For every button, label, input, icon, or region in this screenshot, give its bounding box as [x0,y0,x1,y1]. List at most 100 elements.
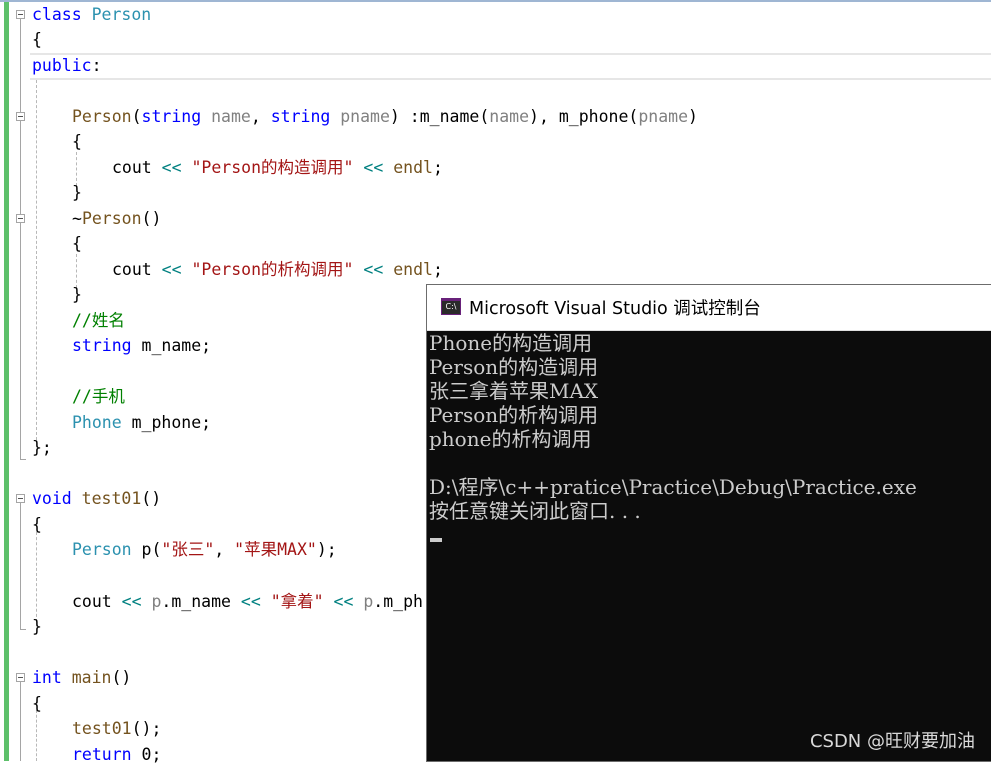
code-line-7: cout << "Person的构造调用" << endl; [112,155,443,180]
return-value: 0; [131,745,162,764]
keyword: public [32,56,92,75]
fold-line-class [20,19,21,460]
colon: : [91,56,102,75]
paren: ( [479,107,490,126]
fold-end-class [20,459,26,460]
indent-guide [36,710,37,761]
code-line-3: public: [32,53,102,78]
keyword: class [32,5,82,24]
comment-phone: //手机 [72,387,125,406]
fold-line-main [20,682,21,761]
member: m_name [171,592,241,611]
var-decl: p( [131,540,162,559]
ctor-name: Person [72,107,132,126]
paren: ( [131,107,142,126]
paren: ) [389,107,400,126]
comma: , [250,107,271,126]
paren: ( [628,107,639,126]
endl: endl [383,158,433,177]
console-line: 按任意键关闭此窗口. . . [429,499,641,523]
console-cursor [430,538,442,542]
member: m_ph [383,592,423,611]
dtor-name: Person [81,209,142,228]
collapse-test01-icon[interactable] [16,494,25,503]
collapse-ctor-icon[interactable] [16,112,25,121]
cout: cout [112,260,162,279]
code-line-6: { [72,132,82,151]
collapse-main-icon[interactable] [16,673,25,682]
code-line-11: cout << "Person的析构调用" << endl; [112,257,443,282]
code-line-17: Phone m_phone; [72,410,211,435]
debug-console-window[interactable]: C:\ Microsoft Visual Studio 调试控制台 Phone的… [427,285,991,761]
function-name: main [61,668,112,687]
function-name: test01 [71,489,142,508]
tilde: ~ [72,209,82,228]
cout: cout [112,158,162,177]
fold-end-test01 [20,629,26,630]
code-line-21: { [32,515,42,534]
console-app-icon: C:\ [441,298,461,315]
code-line-9: ~Person() [72,206,161,231]
code-line-24: cout << p.m_name << "拿着" << p.m_ph [72,589,423,614]
console-line: Person的析构调用 [429,403,599,427]
console-output[interactable]: Phone的构造调用 Person的构造调用 张三拿着苹果MAX Person的… [429,331,989,759]
paren: ) [688,107,698,126]
code-line-30: return 0; [72,742,161,767]
endl: endl [383,260,433,279]
string-literal: "Person的构造调用" [181,158,364,177]
fold-line-test01 [20,503,21,630]
operator: << [121,592,142,611]
operator: << [240,592,261,611]
dot: . [373,592,384,611]
code-line-1: class Person [32,2,151,27]
class-name: Phone [72,413,122,432]
string-literal: "苹果MAX" [234,540,317,559]
operator: << [363,260,384,279]
member-decl: m_name; [131,336,212,355]
init-list: :m_name [399,107,480,126]
code-line-25: } [32,617,42,636]
code-line-27: int main() [32,665,131,690]
comment-name: //姓名 [72,311,125,330]
code-line-22: Person p("张三", "苹果MAX"); [72,537,337,562]
parens: () [141,209,162,228]
paren-end: ); [316,540,337,559]
console-line: phone的析构调用 [429,427,592,451]
member: m_phone [558,107,629,126]
arg: pname [638,107,688,126]
indent-guide [36,532,37,622]
current-line-highlight [30,53,991,80]
variable: p [353,592,374,611]
keyword: return [72,745,132,764]
code-line-18: }; [32,438,52,457]
code-line-29: test01(); [72,716,161,741]
csdn-watermark: CSDN @旺财要加油 [809,731,975,752]
dot: . [161,592,172,611]
operator: << [161,158,182,177]
console-line: Phone的构造调用 [429,331,593,355]
code-line-12: } [72,285,82,304]
param: pname [330,107,390,126]
cout: cout [72,592,122,611]
collapse-dtor-icon[interactable] [16,214,25,223]
call-args: (); [131,719,162,738]
arg: name [489,107,530,126]
string-literal: "张三" [161,540,215,559]
string-literal: "Person的析构调用" [181,260,364,279]
code-line-14: string m_name; [72,333,211,358]
semicolon: ; [432,260,443,279]
indent-guide [36,80,37,440]
collapse-class-icon[interactable] [16,10,25,19]
variable: p [141,592,162,611]
code-line-2: { [32,30,42,49]
operator: << [363,158,384,177]
type-keyword: string [72,336,132,355]
class-name: Person [81,5,152,24]
parens: () [111,668,132,687]
console-line: D:\程序\c++pratice\Practice\Debug\Practice… [429,475,917,499]
string-literal: "拿着" [260,592,334,611]
code-line-10: { [72,234,82,253]
console-line: 张三拿着苹果MAX [429,379,599,403]
parens: () [141,489,162,508]
console-title-bar[interactable]: C:\ Microsoft Visual Studio 调试控制台 [427,285,991,331]
